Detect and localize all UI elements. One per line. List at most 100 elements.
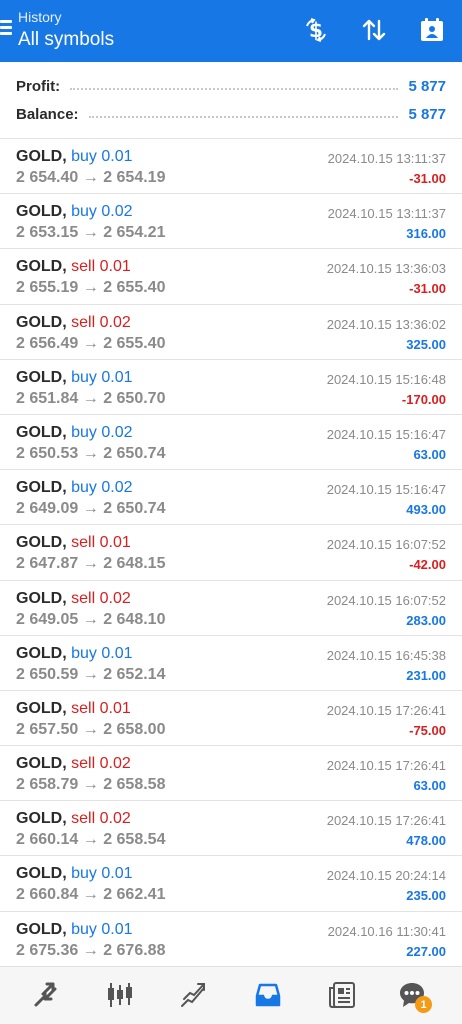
deal-side: buy (71, 644, 97, 662)
deal-title: GOLD, buy 0.01 (16, 921, 133, 939)
deal-volume: 0.01 (101, 920, 133, 938)
deal-side: sell (71, 589, 96, 607)
deal-symbol: GOLD, (16, 865, 67, 883)
deal-volume: 0.01 (101, 368, 133, 386)
deal-row[interactable]: GOLD, buy 0.01 2 654.40 → 2 654.19 2024.10… (0, 139, 462, 195)
deal-time: 2024.10.15 20:24:14 (326, 868, 446, 884)
history-icon[interactable] (246, 975, 290, 1015)
deal-row[interactable]: GOLD, buy 0.02 2 650.53 → 2 650.74 2024.10… (0, 415, 462, 471)
quotes-icon[interactable] (24, 975, 68, 1015)
deal-open-price: 2 656.49 (16, 334, 79, 352)
deal-open-price: 2 649.05 (16, 610, 79, 628)
deal-symbol: GOLD, (16, 313, 67, 331)
deal-row[interactable]: GOLD, sell 0.02 2 660.14 → 2 658.54 2024.1… (0, 801, 462, 857)
deal-row[interactable]: GOLD, sell 0.02 2 649.05 → 2 648.10 2024.1… (0, 581, 462, 636)
deal-row[interactable]: GOLD, buy 0.02 2 649.09 → 2 650.74 2024.10… (0, 470, 462, 526)
deal-title: GOLD, sell 0.02 (16, 314, 131, 332)
deal-time: 2024.10.15 13:11:37 (327, 206, 446, 222)
arrow-right-icon: → (82, 500, 99, 518)
deal-time: 2024.10.16 11:30:41 (327, 923, 446, 939)
deal-time: 2024.10.15 13:11:37 (327, 151, 446, 166)
deal-side: buy (71, 368, 97, 386)
profit-row: Profit: 5 877 (16, 75, 446, 97)
deal-open-price: 2 660.14 (16, 831, 79, 849)
deal-time: 2024.10.15 16:07:52 (326, 592, 446, 608)
deal-symbol: GOLD, (16, 589, 67, 607)
deal-close-price: 2 676.88 (103, 941, 166, 959)
deal-prices: 2 657.50 → 2 658.00 (16, 721, 165, 739)
arrow-right-icon: → (82, 334, 99, 352)
deal-profit: -31.00 (409, 171, 446, 186)
deal-open-price: 2 655.19 (16, 279, 79, 297)
arrow-right-icon: → (82, 555, 99, 573)
deal-close-price: 2 658.00 (103, 720, 166, 738)
messages-icon[interactable]: 1 (390, 975, 434, 1015)
deal-prices: 2 660.84 → 2 662.41 (16, 886, 165, 904)
deal-volume: 0.02 (99, 313, 131, 331)
deals-list: GOLD, buy 0.01 2 654.40 → 2 654.19 2024.10… (0, 139, 462, 967)
deal-close-price: 2 648.10 (103, 610, 166, 628)
deal-symbol: GOLD, (16, 699, 67, 717)
deal-row[interactable]: GOLD, sell 0.01 2 657.50 → 2 658.00 2024.1… (0, 691, 462, 747)
deal-row[interactable]: GOLD, buy 0.02 2 653.15 → 2 654.21 2024.10… (0, 194, 462, 250)
deal-volume: 0.01 (101, 148, 133, 165)
deal-profit: 227.00 (406, 943, 446, 959)
arrow-right-icon: → (82, 169, 99, 186)
deal-profit: 235.00 (406, 888, 446, 904)
deal-side: buy (71, 423, 97, 441)
news-icon[interactable] (320, 975, 364, 1015)
trade-icon[interactable] (172, 975, 216, 1015)
balance-value: 5 877 (408, 105, 446, 123)
deal-row[interactable]: GOLD, buy 0.01 2 650.59 → 2 652.14 2024.10… (0, 636, 462, 691)
deal-prices: 2 647.87 → 2 648.15 (16, 555, 165, 573)
deal-symbol: GOLD, (16, 755, 67, 773)
arrow-right-icon: → (82, 941, 99, 959)
summary-panel: Profit: 5 877 Balance: 5 877 (0, 62, 462, 139)
deal-open-price: 2 657.50 (16, 720, 79, 738)
deal-side: sell (71, 699, 96, 717)
deal-title: GOLD, buy 0.02 (16, 479, 133, 497)
header-title[interactable]: All symbols (18, 29, 114, 51)
deal-open-price: 2 647.87 (16, 555, 79, 573)
deal-row[interactable]: GOLD, sell 0.02 2 658.79 → 2 658.58 2024.1… (0, 746, 462, 802)
chart-icon[interactable] (98, 975, 142, 1015)
calendar-icon[interactable] (414, 12, 450, 48)
deal-row[interactable]: GOLD, buy 0.01 2 675.36 → 2 676.88 2024.10… (0, 912, 462, 967)
deal-title: GOLD, sell 0.01 (16, 258, 131, 276)
deal-profit: 283.00 (406, 612, 446, 628)
arrow-right-icon: → (82, 831, 99, 849)
deal-time: 2024.10.15 16:45:38 (326, 647, 446, 663)
deal-row[interactable]: GOLD, sell 0.01 2 655.19 → 2 655.40 2024.1… (0, 249, 462, 305)
app-header: History All symbols $ (0, 0, 462, 62)
profit-label: Profit: (16, 77, 61, 95)
deal-row[interactable]: GOLD, buy 0.01 2 651.84 → 2 650.70 2024.10… (0, 360, 462, 415)
arrow-right-icon: → (82, 610, 99, 628)
arrow-right-icon: → (82, 444, 99, 462)
deal-volume: 0.02 (99, 755, 131, 773)
deal-close-price: 2 658.58 (103, 776, 166, 794)
deal-symbol: GOLD, (16, 368, 67, 386)
deal-symbol: GOLD, (16, 479, 67, 497)
balance-dots (88, 110, 399, 118)
deal-row[interactable]: GOLD, sell 0.01 2 647.87 → 2 648.15 2024.1… (0, 525, 462, 581)
menu-icon[interactable] (0, 18, 14, 42)
currency-exchange-icon[interactable]: $ (298, 12, 334, 48)
deal-open-price: 2 651.84 (16, 389, 79, 407)
deal-volume: 0.02 (101, 203, 133, 221)
deal-profit: 231.00 (406, 667, 446, 683)
deal-prices: 2 660.14 → 2 658.54 (16, 831, 165, 849)
deal-profit: 325.00 (406, 336, 446, 352)
deal-row[interactable]: GOLD, buy 0.01 2 660.84 → 2 662.41 2024.10… (0, 856, 462, 912)
deal-close-price: 2 655.40 (103, 334, 166, 352)
deal-close-price: 2 658.54 (103, 831, 166, 849)
deal-time: 2024.10.15 17:26:41 (326, 702, 446, 718)
deal-profit: 63.00 (413, 446, 446, 462)
deal-row[interactable]: GOLD, sell 0.02 2 656.49 → 2 655.40 2024.1… (0, 305, 462, 360)
deal-close-price: 2 655.40 (103, 279, 166, 297)
deal-open-price: 2 660.84 (16, 886, 79, 904)
arrow-right-icon: → (82, 776, 99, 794)
deal-prices: 2 656.49 → 2 655.40 (16, 335, 165, 353)
deal-open-price: 2 653.15 (16, 224, 79, 242)
deal-side: sell (71, 258, 96, 276)
sort-icon[interactable] (356, 12, 392, 48)
